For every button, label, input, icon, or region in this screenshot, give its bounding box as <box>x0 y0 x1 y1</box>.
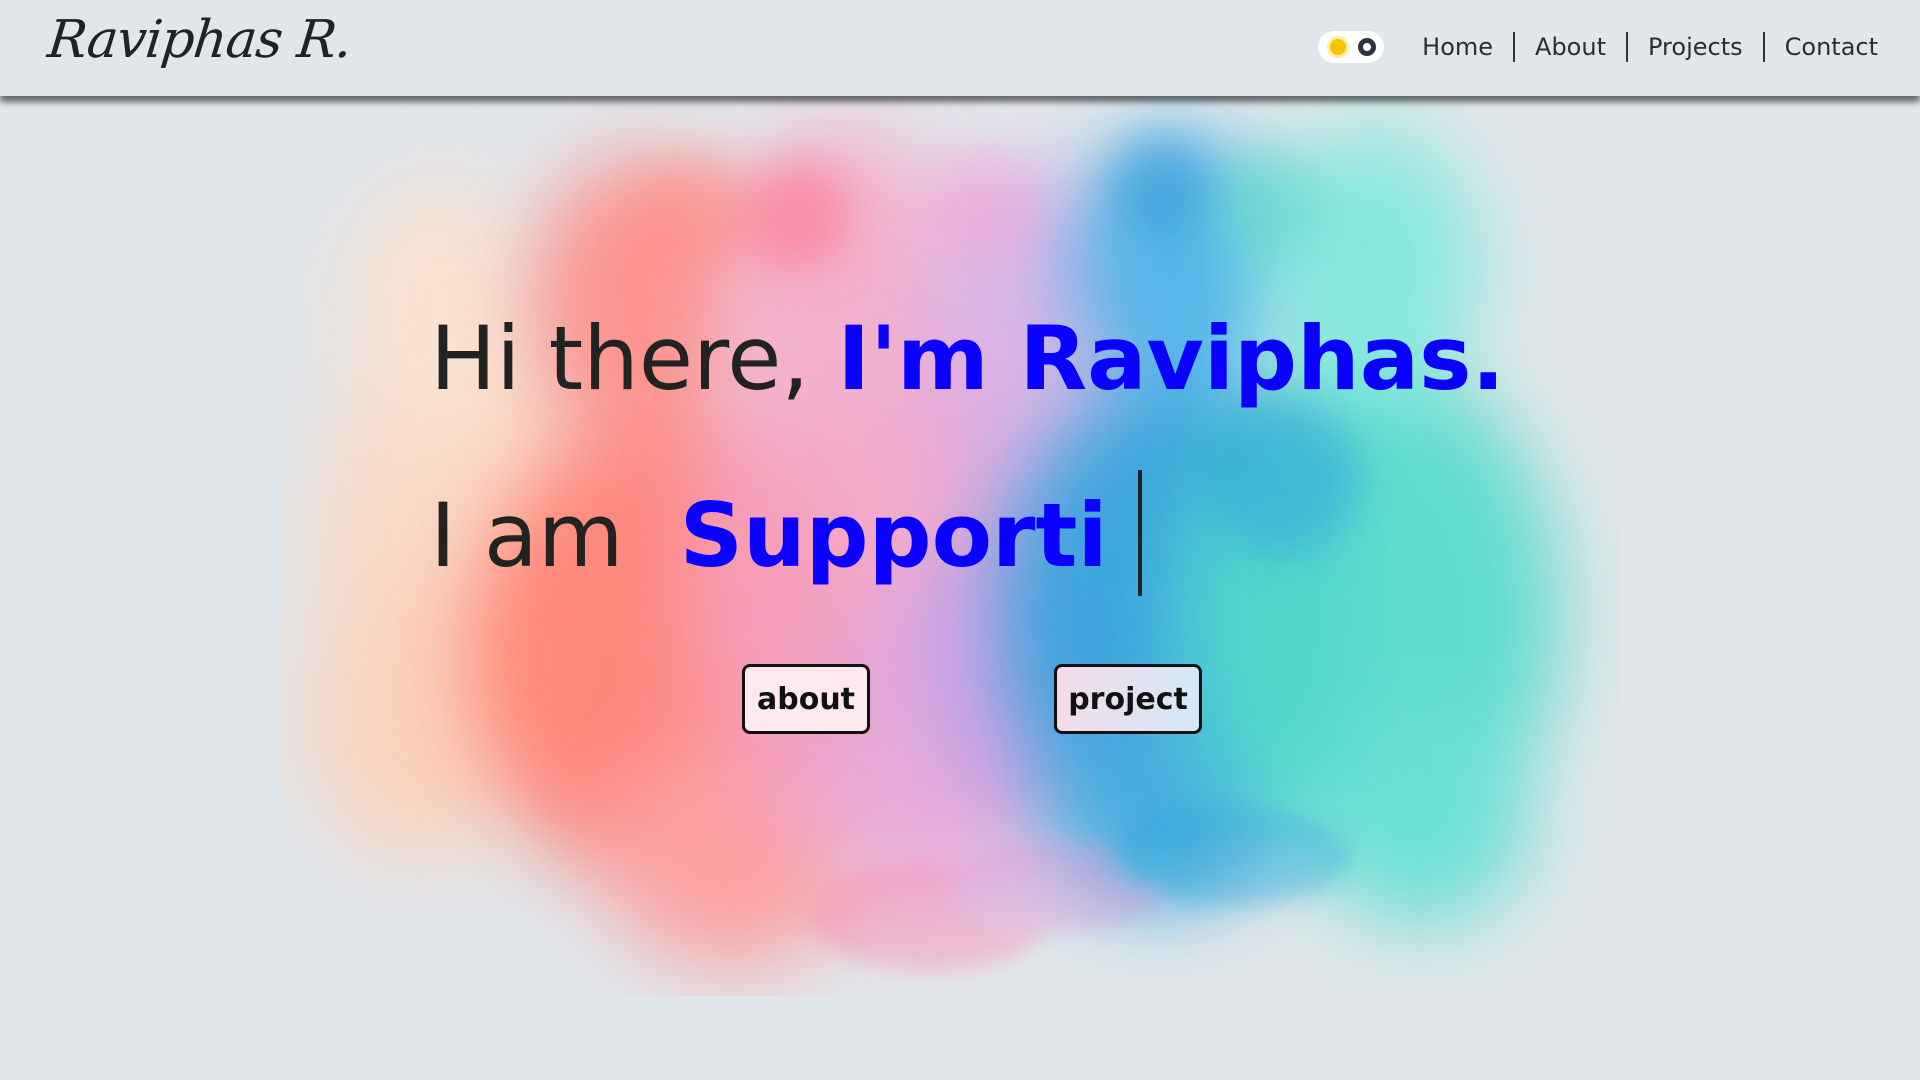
nav-link-contact[interactable]: Contact <box>1765 33 1898 61</box>
hero-headline: Hi there, I'm Raviphas. <box>430 315 1505 403</box>
toggle-knob-icon <box>1358 38 1377 56</box>
navbar: Raviphas R. Home About Projects Contact <box>0 0 1920 96</box>
hero-role-prefix: I am <box>430 484 624 587</box>
typing-cursor <box>1137 470 1142 596</box>
hero-subline: I am Supporti <box>430 470 1142 596</box>
about-button[interactable]: about <box>742 664 870 734</box>
nav-link-projects[interactable]: Projects <box>1628 33 1763 61</box>
project-button[interactable]: project <box>1054 664 1202 734</box>
hero-greeting-prefix: Hi there, <box>430 307 810 410</box>
sun-icon <box>1330 39 1347 55</box>
nav-link-about[interactable]: About <box>1515 33 1626 61</box>
hero-role-typed: Supporti <box>679 484 1108 587</box>
theme-toggle[interactable] <box>1318 31 1385 63</box>
nav-right: Home About Projects Contact <box>1318 22 1898 72</box>
site-logo[interactable]: Raviphas R. <box>45 10 354 70</box>
hero-greeting-name: I'm Raviphas. <box>837 307 1505 410</box>
nav-link-home[interactable]: Home <box>1402 33 1513 61</box>
